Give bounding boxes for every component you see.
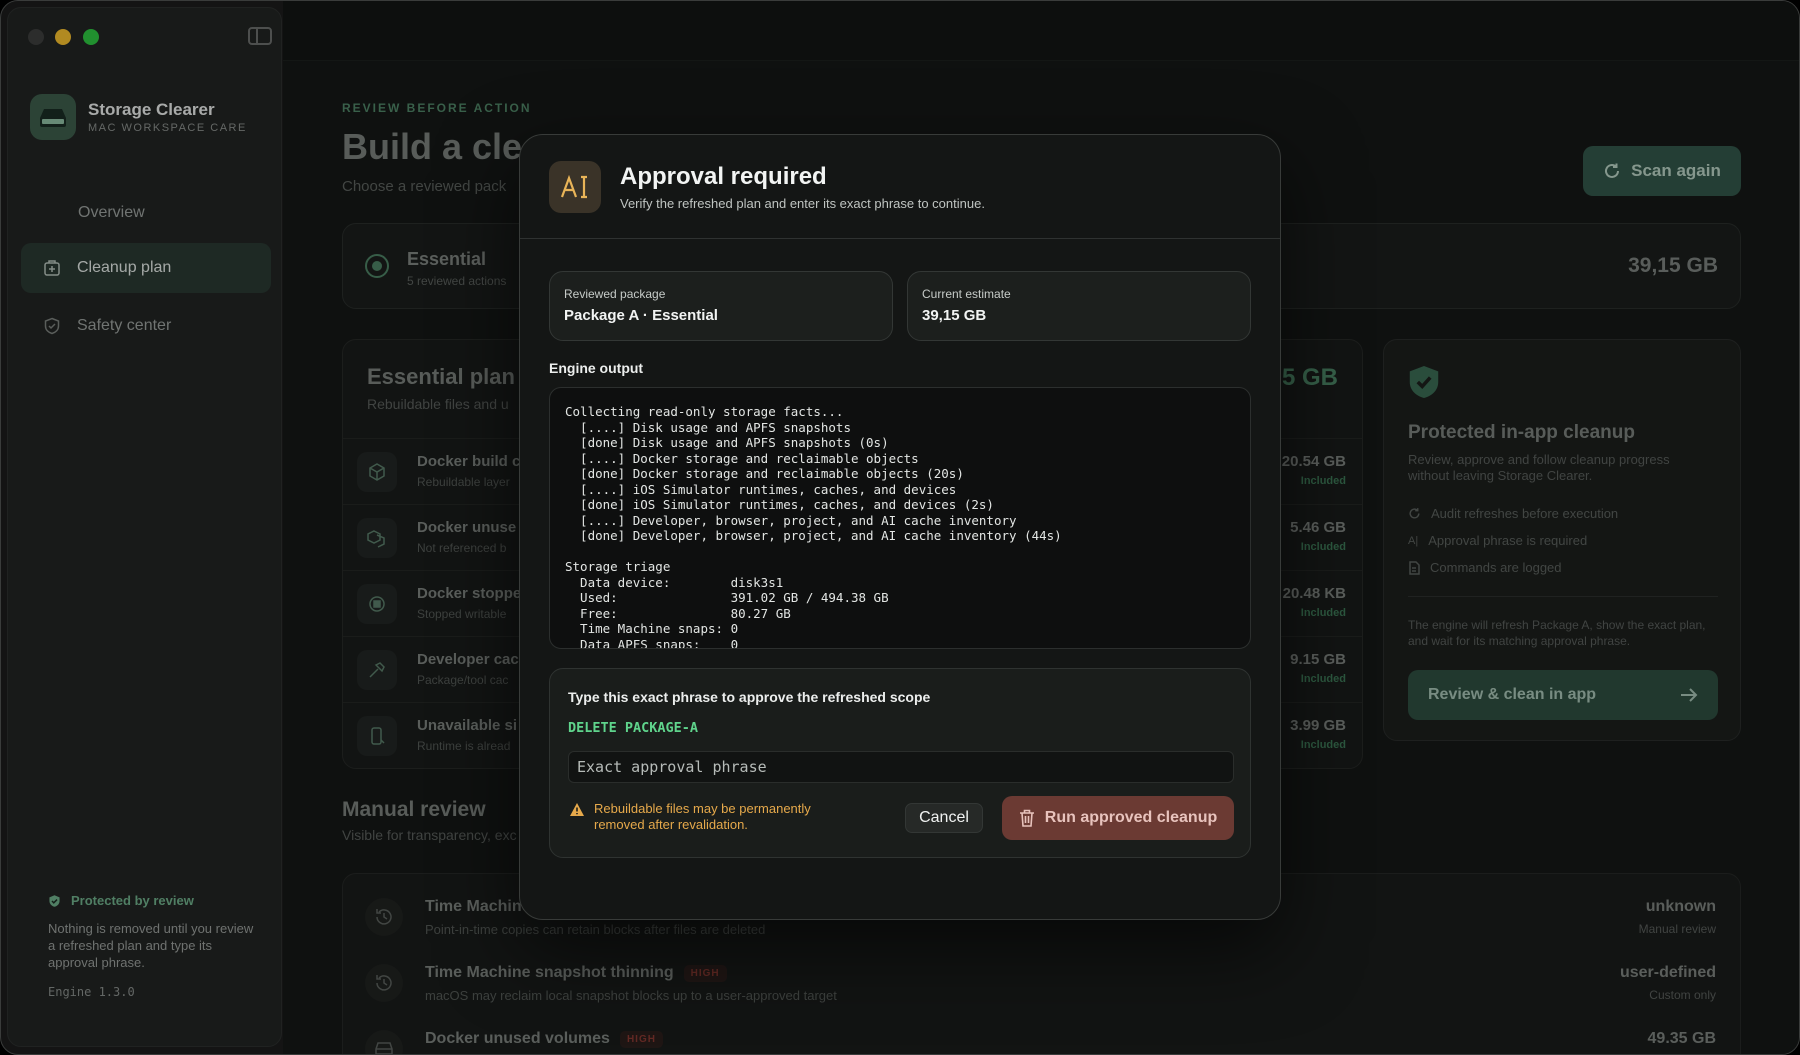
engine-output-console[interactable]: Collecting read-only storage facts... [.…	[549, 387, 1251, 649]
dialog-title: Approval required	[620, 163, 827, 190]
reviewed-package-label: Reviewed package	[564, 287, 666, 301]
divider	[520, 238, 1280, 239]
approval-instruction: Type this exact phrase to approve the re…	[568, 689, 931, 705]
reviewed-package-box: Reviewed package Package A · Essential	[549, 271, 893, 341]
reviewed-package-value: Package A · Essential	[564, 307, 718, 324]
warning-message: Rebuildable files may be permanently rem…	[570, 801, 850, 833]
trash-icon	[1019, 809, 1034, 827]
current-estimate-label: Current estimate	[922, 287, 1011, 301]
approval-phrase-input[interactable]	[568, 751, 1234, 783]
approval-phrase: DELETE PACKAGE-A	[568, 720, 699, 736]
run-approved-cleanup-button[interactable]: Run approved cleanup	[1002, 796, 1234, 840]
dialog-subtitle: Verify the refreshed plan and enter its …	[620, 196, 985, 211]
current-estimate-value: 39,15 GB	[922, 307, 987, 324]
current-estimate-box: Current estimate 39,15 GB	[907, 271, 1251, 341]
app-window: Storage Clearer MAC WORKSPACE CARE Overv…	[0, 0, 1800, 1055]
approval-phrase-panel: Type this exact phrase to approve the re…	[549, 668, 1251, 858]
cancel-button[interactable]: Cancel	[905, 803, 983, 833]
approval-dialog: Approval required Verify the refreshed p…	[519, 134, 1281, 920]
engine-output-label: Engine output	[549, 360, 644, 376]
engine-output-text: Collecting read-only storage facts... [.…	[565, 404, 1062, 649]
warning-icon	[570, 803, 584, 816]
approval-icon	[549, 161, 601, 213]
